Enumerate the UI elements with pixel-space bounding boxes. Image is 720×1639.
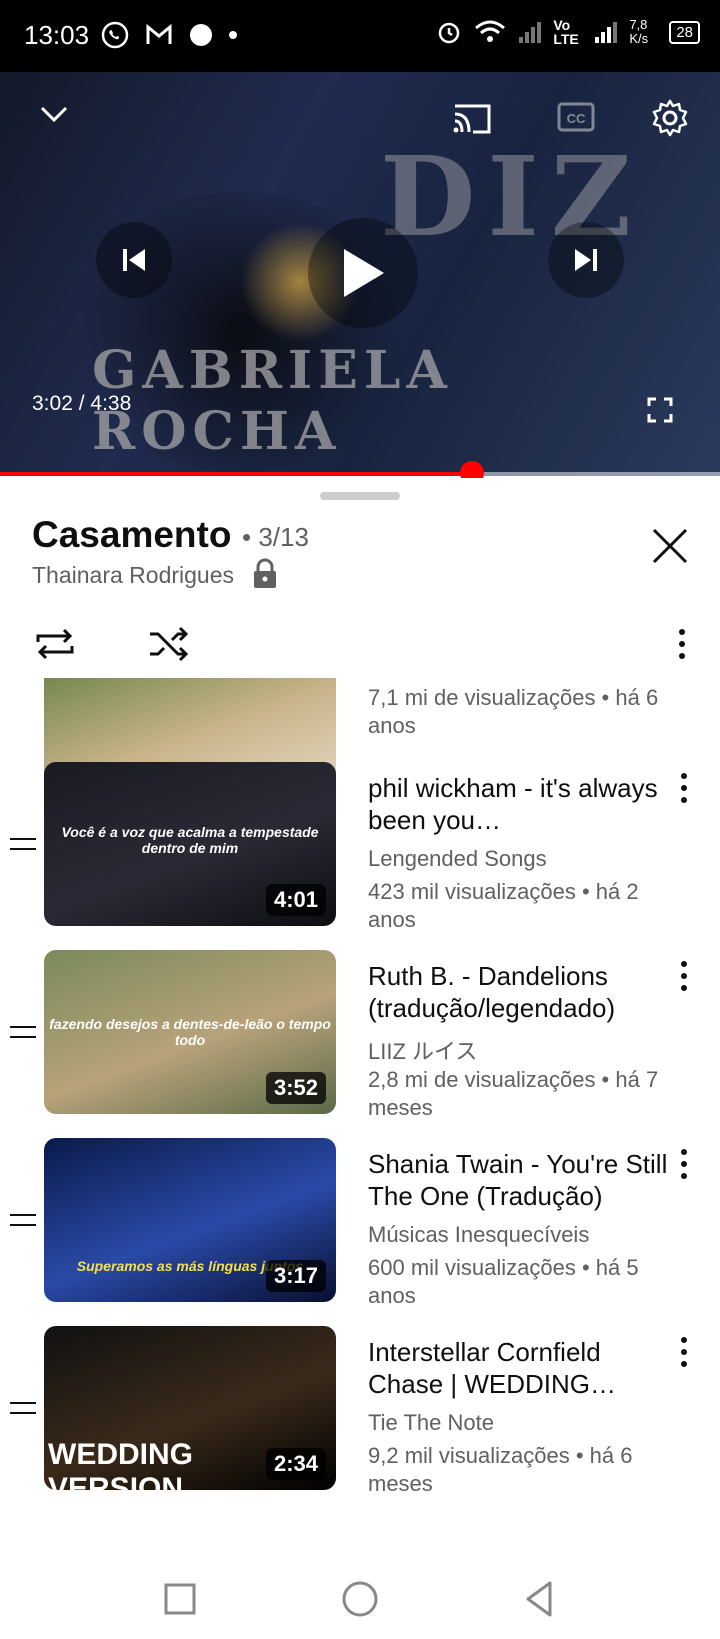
video-thumbnail[interactable]: WEDDING VERSION 2:34 xyxy=(44,1326,336,1490)
signal-icon-2 xyxy=(595,22,618,43)
shuffle-icon[interactable] xyxy=(146,624,192,664)
video-thumbnail[interactable]: fazendo desejos a dentes-de-leão o tempo… xyxy=(44,950,336,1114)
playlist-position: • 3/13 xyxy=(242,522,309,552)
playlist-title: Casamento xyxy=(32,514,232,555)
wifi-icon xyxy=(475,20,506,42)
video-player[interactable]: DIZ GABRIELA ROCHA CC 3:02 / 4:38 xyxy=(0,72,720,476)
video-title[interactable]: phil wickham - it's always been you (tra… xyxy=(368,772,668,836)
system-icons: Vo LTE 7,8 K/s 28 xyxy=(435,18,700,46)
video-stats: 9,2 mil visualizações • há 6 meses xyxy=(368,1443,633,1496)
svg-text:CC: CC xyxy=(567,111,586,126)
next-track-icon[interactable] xyxy=(548,222,624,298)
status-time: 13:03 xyxy=(24,20,90,50)
video-duration: 4:01 xyxy=(265,884,326,916)
video-duration: 3:52 xyxy=(265,1072,326,1104)
video-more-options-icon[interactable] xyxy=(672,768,696,808)
lock-icon xyxy=(254,558,276,588)
settings-gear-icon[interactable] xyxy=(648,96,692,140)
play-icon[interactable] xyxy=(308,218,418,328)
notification-icons xyxy=(100,20,238,50)
playlist-item[interactable]: Você é a voz que acalma a tempestade den… xyxy=(0,762,720,932)
home-icon[interactable] xyxy=(336,1575,384,1623)
alarm-icon xyxy=(439,22,460,44)
video-channel: Tie The Note xyxy=(368,1410,494,1435)
playlist-item[interactable]: Superamos as más línguas juntos 3:17 Shani… xyxy=(0,1138,720,1308)
battery-indicator: 28 xyxy=(669,20,700,44)
playback-time: 3:02 / 4:38 xyxy=(32,392,131,416)
video-channel: Músicas Inesquecíveis xyxy=(368,1222,590,1247)
fullscreen-icon[interactable] xyxy=(640,390,680,430)
video-title[interactable]: Shania Twain - You're Still The One (Tra… xyxy=(368,1148,668,1212)
signal-icon-1 xyxy=(519,22,542,43)
video-thumbnail[interactable]: Você é a voz que acalma a tempestade den… xyxy=(44,762,336,926)
drag-reorder-icon[interactable] xyxy=(10,838,36,852)
video-more-options-icon[interactable] xyxy=(672,1332,696,1372)
status-bar: 13:03 Vo LTE 7,8 K/s 28 xyxy=(0,0,720,72)
whatsapp-icon xyxy=(101,21,129,49)
playlist-panel: Casamento • 3/13 Thainara Rodrigues 4:03… xyxy=(0,478,720,1559)
video-stats: 2,8 mi de visualizações • há 7 meses xyxy=(368,1067,659,1120)
playlist-video-list[interactable]: 4:037,1 mi de visualizações • há 6 anosV… xyxy=(0,678,720,1538)
video-duration: 2:34 xyxy=(265,1448,326,1480)
progress-bar[interactable] xyxy=(0,461,720,485)
playlist-item[interactable]: WEDDING VERSION 2:34 Interstellar Cornfiel… xyxy=(0,1326,720,1496)
drag-reorder-icon[interactable] xyxy=(10,1402,36,1416)
previous-track-icon[interactable] xyxy=(96,222,172,298)
video-stats: 423 mil visualizações • há 2 anos xyxy=(368,879,639,932)
back-icon[interactable] xyxy=(516,1575,564,1623)
video-thumbnail[interactable]: Superamos as más línguas juntos 3:17 xyxy=(44,1138,336,1302)
video-channel: Lengended Songs xyxy=(368,846,547,871)
video-title[interactable]: Ruth B. - Dandelions (tradução/legendado… xyxy=(368,960,668,1024)
network-label: Vo LTE xyxy=(553,17,579,47)
recent-apps-icon[interactable] xyxy=(156,1575,204,1623)
video-more-options-icon[interactable] xyxy=(672,1144,696,1184)
system-navigation-bar xyxy=(0,1559,720,1639)
closed-captions-icon[interactable]: CC xyxy=(556,100,596,134)
video-duration: 3:17 xyxy=(265,1260,326,1292)
video-stats: 600 mil visualizações • há 5 anos xyxy=(368,1255,639,1308)
dot-icon xyxy=(229,31,237,39)
video-more-options-icon[interactable] xyxy=(672,956,696,996)
thumbnail-caption: fazendo desejos a dentes-de-leão o tempo… xyxy=(49,1016,331,1048)
time-separator: / xyxy=(72,392,91,415)
time-total: 4:38 xyxy=(90,392,132,415)
drag-reorder-icon[interactable] xyxy=(10,1214,36,1228)
thumbnail-caption: Você é a voz que acalma a tempestade den… xyxy=(61,824,319,856)
collapse-chevron-icon[interactable] xyxy=(34,94,74,134)
loop-icon[interactable] xyxy=(32,624,78,664)
video-stats: 7,1 mi de visualizações • há 6 anos xyxy=(368,685,659,738)
app-notification-icon xyxy=(190,24,212,46)
more-options-icon[interactable] xyxy=(670,624,694,664)
progress-fill xyxy=(0,472,472,476)
playlist-owner: Thainara Rodrigues xyxy=(32,562,235,588)
drag-handle[interactable] xyxy=(320,492,400,500)
drag-reorder-icon[interactable] xyxy=(10,1026,36,1040)
gmail-icon xyxy=(146,23,172,44)
close-icon[interactable] xyxy=(650,526,690,566)
video-channel: LIIZ ルイス xyxy=(368,1039,478,1064)
network-speed: 7,8 K/s xyxy=(629,17,649,46)
video-title[interactable]: Interstellar Cornfield Chase | WEDDING V… xyxy=(368,1336,668,1400)
time-current: 3:02 xyxy=(32,392,73,415)
playlist-item[interactable]: fazendo desejos a dentes-de-leão o tempo… xyxy=(0,950,720,1120)
cast-icon[interactable] xyxy=(450,98,494,138)
